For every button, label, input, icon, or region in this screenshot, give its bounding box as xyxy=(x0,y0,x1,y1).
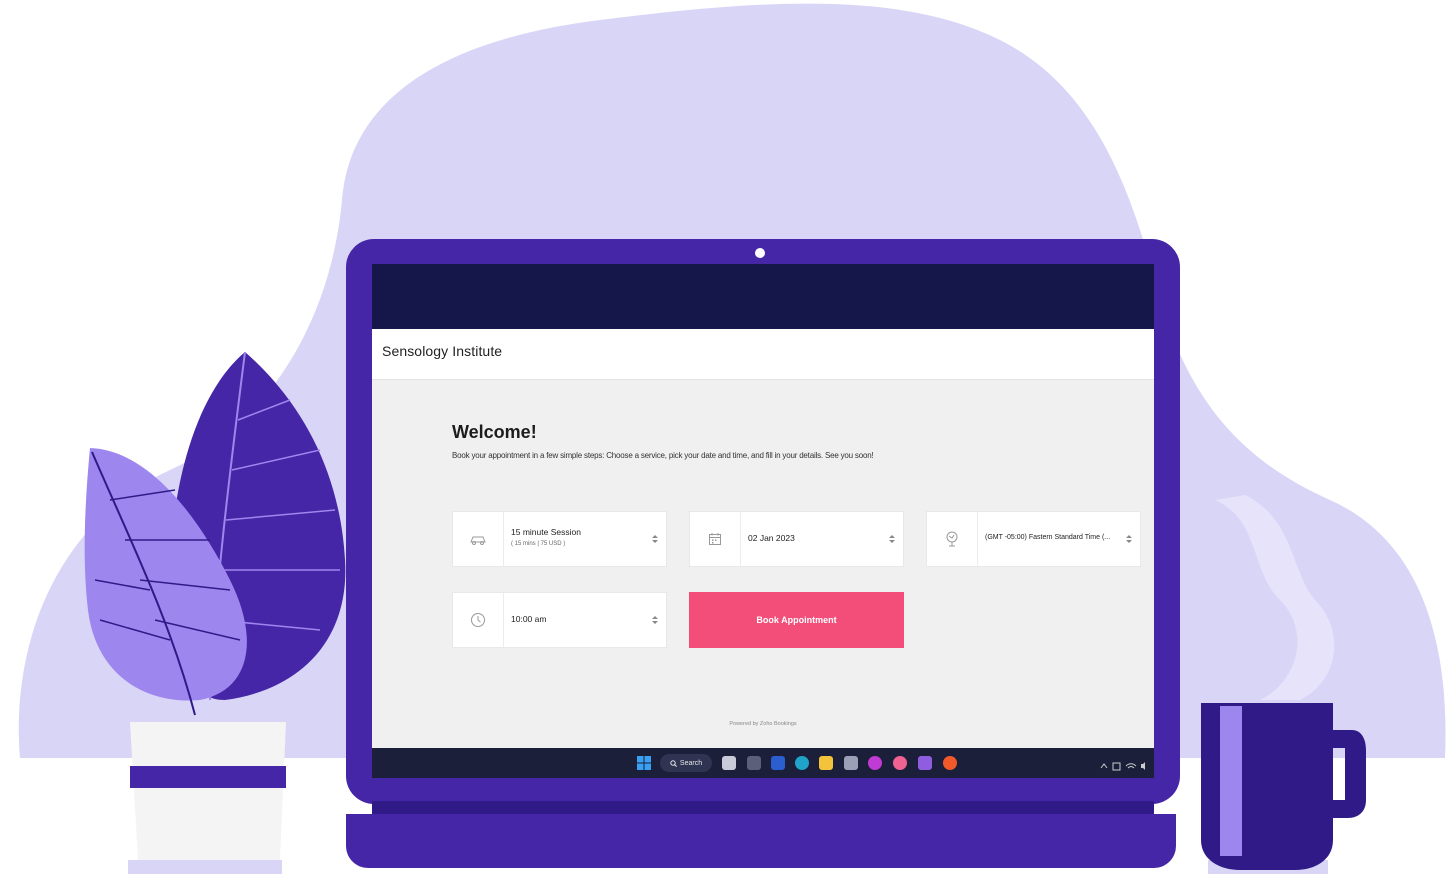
search-icon xyxy=(670,759,677,767)
site-name[interactable]: Sensology Institute xyxy=(382,343,502,359)
clock-icon xyxy=(453,593,504,647)
welcome-title: Welcome! xyxy=(452,422,537,442)
service-detail: ( 15 mins | 75 USD ) xyxy=(511,541,566,547)
music-icon[interactable] xyxy=(893,756,907,770)
settings-icon[interactable] xyxy=(844,756,858,770)
site-header: Sensology Institute xyxy=(372,329,1154,380)
firefox-icon[interactable] xyxy=(943,756,957,770)
timezone-value: (GMT -05:00) Fastern Standard Time (... xyxy=(985,534,1111,541)
select-arrows-icon xyxy=(652,616,658,624)
date-select[interactable]: 02 Jan 2023 xyxy=(689,511,904,567)
taskbar-search[interactable]: Search xyxy=(660,754,712,772)
plant-pot xyxy=(130,722,286,860)
taskbar-search-label: Search xyxy=(679,759,703,767)
laptop-camera xyxy=(755,248,765,258)
select-arrows-icon xyxy=(1126,535,1132,543)
service-icon xyxy=(453,512,504,566)
timezone-icon xyxy=(927,512,978,566)
system-tray[interactable] xyxy=(1099,758,1147,771)
windows-taskbar: Search xyxy=(372,748,1154,778)
service-value: 15 minute Session xyxy=(511,527,581,537)
edge-icon[interactable] xyxy=(795,756,809,770)
illustration-scene: Sensology Institute Welcome! Book your a… xyxy=(0,0,1453,879)
browser-top-bar xyxy=(372,264,1154,329)
welcome-description: Book your appointment in a few simple st… xyxy=(452,451,874,460)
select-arrows-icon xyxy=(889,535,895,543)
time-select[interactable]: 10:00 am xyxy=(452,592,667,648)
word-icon[interactable] xyxy=(771,756,785,770)
service-select[interactable]: 15 minute Session ( 15 mins | 75 USD ) xyxy=(452,511,667,567)
timezone-select[interactable]: (GMT -05:00) Fastern Standard Time (... xyxy=(926,511,1141,567)
start-icon[interactable] xyxy=(637,756,651,770)
laptop-base xyxy=(346,814,1176,868)
laptop-screen: Sensology Institute Welcome! Book your a… xyxy=(372,264,1154,778)
book-appointment-button[interactable]: Book Appointment xyxy=(689,592,904,648)
powered-by-footer[interactable]: Powered by Zoho Bookings xyxy=(372,721,1154,727)
task-view-icon[interactable] xyxy=(722,756,736,770)
select-arrows-icon xyxy=(652,535,658,543)
date-value: 02 Jan 2023 xyxy=(748,533,795,543)
app-icon[interactable] xyxy=(868,756,882,770)
time-value: 10:00 am xyxy=(511,614,547,624)
file-explorer-icon[interactable] xyxy=(819,756,833,770)
video-icon[interactable] xyxy=(918,756,932,770)
laptop-hinge xyxy=(372,801,1154,815)
calendar-icon xyxy=(690,512,741,566)
app-icon[interactable] xyxy=(747,756,761,770)
